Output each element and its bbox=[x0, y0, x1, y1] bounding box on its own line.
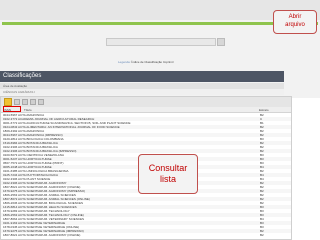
row-estrato: B2 bbox=[260, 233, 264, 237]
accent-bar bbox=[2, 22, 318, 25]
callout-open-file-text: Abrir arquivo bbox=[285, 14, 305, 28]
copy-icon[interactable] bbox=[30, 99, 36, 105]
filter-value[interactable]: CIÊNCIAS AGRÁRIAS I bbox=[3, 89, 35, 95]
classificacoes-title: Classificações bbox=[3, 73, 42, 79]
callout-consult-list-text: Consultar lista bbox=[148, 163, 188, 184]
window-header bbox=[0, 0, 320, 20]
toolbar bbox=[1, 97, 291, 107]
search-icon[interactable] bbox=[217, 38, 225, 46]
classificacoes-header bbox=[0, 71, 284, 82]
open-file-icon[interactable] bbox=[4, 98, 12, 106]
filter-value-row[interactable] bbox=[0, 89, 284, 95]
legend-label: Legenda: bbox=[118, 60, 131, 64]
undo-icon[interactable] bbox=[38, 99, 44, 105]
save-icon[interactable] bbox=[14, 99, 20, 105]
legend: Legenda: Índice de Classificação Imprimi… bbox=[118, 60, 174, 64]
highlight-box bbox=[3, 106, 21, 112]
table-row[interactable]: 1807-8621 ACTA SCIENTIARUM. AGRONOMY (ON… bbox=[1, 233, 291, 237]
print-icon[interactable] bbox=[22, 99, 28, 105]
legend-option-index[interactable]: Índice de Classificação bbox=[131, 60, 162, 64]
legend-option-print[interactable]: Imprimir bbox=[163, 60, 174, 64]
search-input[interactable] bbox=[106, 38, 216, 46]
row-title: 1807-8621 ACTA SCIENTIARUM. AGRONOMY (ON… bbox=[3, 233, 81, 237]
